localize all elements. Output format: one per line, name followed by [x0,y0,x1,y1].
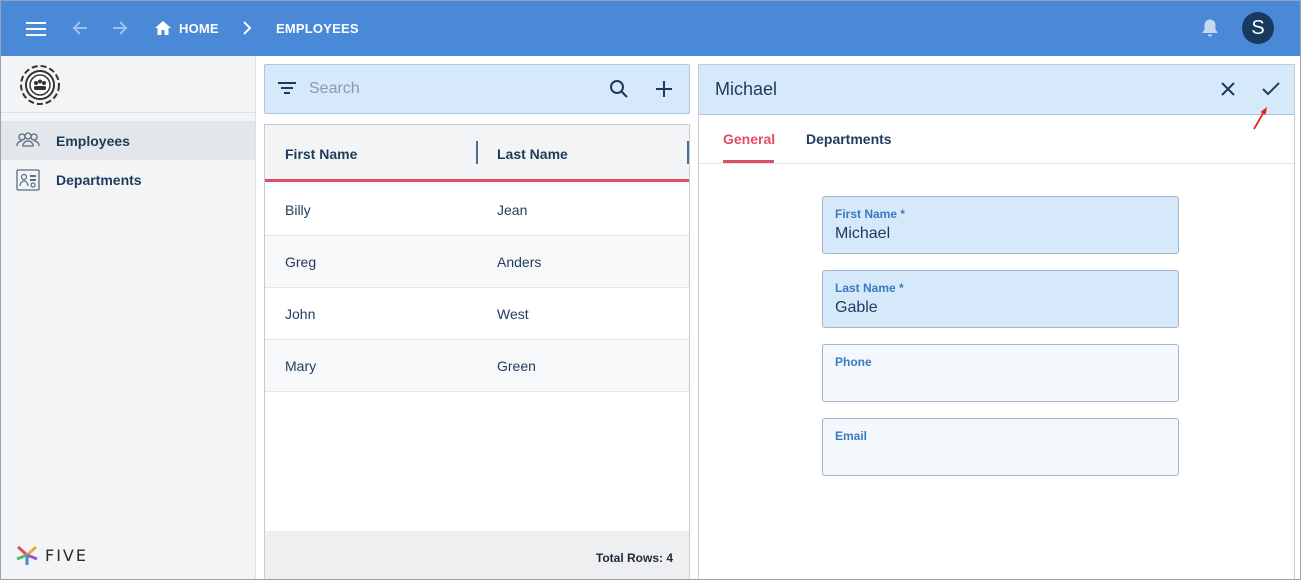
cell-last-name: Anders [497,254,542,270]
bell-icon[interactable] [1199,17,1221,39]
last-name-field[interactable]: Last Name * Gable [822,270,1179,328]
sidebar-item-employees[interactable]: Employees [1,121,255,160]
tab-departments[interactable]: Departments [806,131,892,147]
column-resize-handle[interactable] [476,141,478,164]
home-icon[interactable] [153,18,173,38]
list-footer: Total Rows: 4 [265,531,689,579]
cell-last-name: Green [497,358,536,374]
app-window: HOME EMPLOYEES S Employees Departments F… [0,0,1301,580]
annotation-arrow-icon [1251,105,1271,136]
field-label: Email [835,429,868,443]
email-field[interactable]: Email [822,418,1179,476]
employee-form: Michael General Departments First Name *… [698,64,1295,579]
chevron-right-icon [239,19,255,37]
column-resize-handle[interactable] [687,141,689,164]
add-icon[interactable] [655,80,673,103]
department-board-icon [15,169,41,194]
active-tab-indicator [723,160,774,163]
list-header: First Name Last Name [265,125,689,182]
cell-first-name: Mary [285,358,317,374]
form-title: Michael [715,79,778,99]
search-input[interactable] [309,78,579,100]
breadcrumb-current[interactable]: EMPLOYEES [276,21,359,36]
users-group-icon [15,130,41,153]
first-name-field[interactable]: First Name * Michael [822,196,1179,254]
forward-arrow-icon[interactable] [109,17,131,39]
app-gear-logo-icon [17,62,63,113]
cell-first-name: John [285,306,316,322]
five-mark-icon [16,545,38,565]
phone-field[interactable]: Phone [822,344,1179,402]
field-label: Last Name * [835,281,904,295]
menu-icon[interactable] [24,17,48,41]
form-tabs: General Departments [699,115,1294,164]
form-header: Michael [699,65,1294,115]
field-label: Phone [835,355,872,369]
table-row[interactable]: John West [265,288,689,340]
total-rows: Total Rows: 4 [595,551,673,565]
search-bar [264,64,690,114]
cell-first-name: Greg [285,254,317,270]
sidebar-item-label: Employees [56,132,130,149]
sidebar-item-departments[interactable]: Departments [1,160,255,199]
five-brand-logo: FIVE [15,544,88,566]
table-row[interactable]: Greg Anders [265,236,689,288]
breadcrumb-home[interactable]: HOME [179,21,219,36]
column-header-first-name[interactable]: First Name [285,146,357,162]
user-avatar[interactable]: S [1242,12,1274,44]
save-check-icon[interactable] [1261,81,1281,102]
field-value: Gable [835,299,878,316]
field-value: Michael [835,225,891,242]
top-bar: HOME EMPLOYEES S [1,1,1300,56]
app-logo-area [1,56,255,113]
employee-list: First Name Last Name Billy Jean Greg And… [264,124,690,579]
field-label: First Name * [835,207,906,221]
filter-icon[interactable] [278,81,296,100]
table-row[interactable]: Billy Jean [265,184,689,236]
sidebar-item-label: Departments [56,171,142,188]
cell-first-name: Billy [285,202,311,218]
sidebar: Employees Departments FIVE [1,56,256,579]
tab-general[interactable]: General [723,131,775,147]
brand-name: FIVE [45,545,88,565]
column-header-last-name[interactable]: Last Name [497,146,568,162]
cell-last-name: Jean [497,202,528,218]
back-arrow-icon[interactable] [69,17,91,39]
cell-last-name: West [497,306,529,322]
table-row[interactable]: Mary Green [265,340,689,392]
close-icon[interactable] [1220,81,1236,102]
search-icon[interactable] [609,79,629,104]
